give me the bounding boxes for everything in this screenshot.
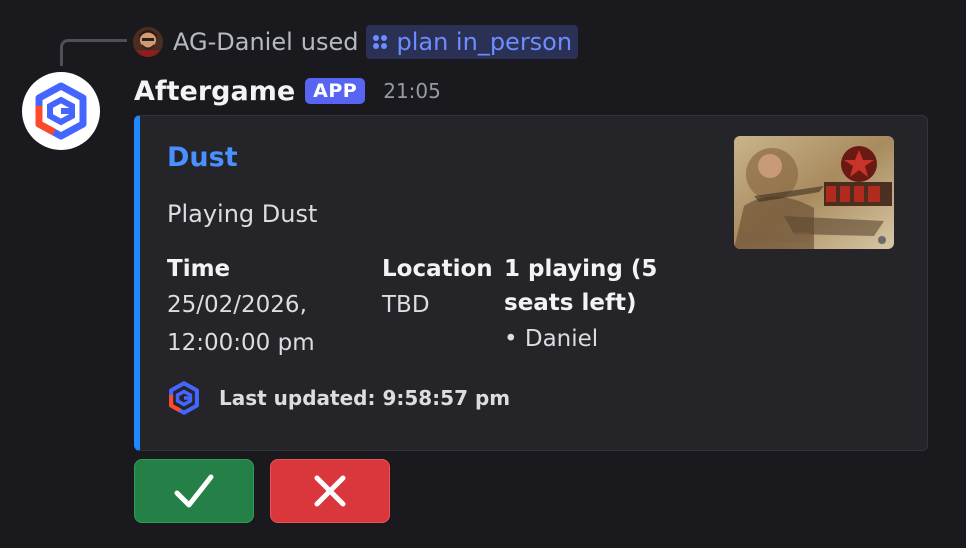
user-avatar-icon[interactable] — [133, 27, 163, 57]
message-header: Aftergame APP 21:05 — [134, 72, 441, 110]
message-timestamp[interactable]: 21:05 — [383, 79, 441, 103]
cross-icon — [314, 475, 346, 507]
field-time-value-line: 12:00:00 pm — [167, 330, 315, 356]
app-badge: APP — [305, 78, 366, 104]
accept-button[interactable] — [134, 459, 254, 523]
bot-name[interactable]: Aftergame — [134, 76, 295, 107]
dust-boxart-thumbnail[interactable] — [734, 136, 894, 249]
aftergame-logo-icon — [169, 381, 199, 415]
command-pill[interactable]: plan in_person — [366, 25, 579, 59]
slash-command-icon — [373, 35, 388, 49]
field-players: 1 playing (5 seats left) • Daniel — [504, 252, 674, 358]
reply-connector — [60, 39, 127, 66]
field-players-name-line: seats left) — [504, 290, 637, 316]
embed-footer: Last updated: 9:58:57 pm — [167, 380, 510, 416]
field-time-name: Time — [167, 256, 231, 282]
checkmark-icon — [174, 474, 214, 508]
bot-avatar[interactable] — [22, 72, 100, 150]
aftergame-logo-icon — [35, 82, 87, 140]
field-location-value: TBD — [382, 292, 430, 318]
footer-text: Last updated: 9:58:57 pm — [219, 386, 511, 410]
field-players-name-line: 1 playing (5 — [504, 256, 658, 282]
decline-button[interactable] — [270, 459, 390, 523]
event-embed: Dust Playing Dust Time 25/02/2026, 12:00… — [134, 115, 928, 451]
field-location: Location TBD — [382, 252, 493, 324]
field-time: Time 25/02/2026, 12:00:00 pm — [167, 252, 367, 362]
reply-used-text: used — [300, 28, 359, 56]
field-location-name: Location — [382, 256, 493, 282]
field-time-value-line: 25/02/2026, — [167, 292, 307, 318]
reply-reference[interactable]: AG-Daniel used plan in_person — [133, 25, 579, 59]
reply-username[interactable]: AG-Daniel — [173, 28, 293, 56]
field-players-value: • Daniel — [504, 326, 599, 352]
embed-description: Playing Dust — [167, 200, 318, 228]
embed-title[interactable]: Dust — [167, 142, 238, 173]
command-name: plan in_person — [396, 28, 573, 56]
